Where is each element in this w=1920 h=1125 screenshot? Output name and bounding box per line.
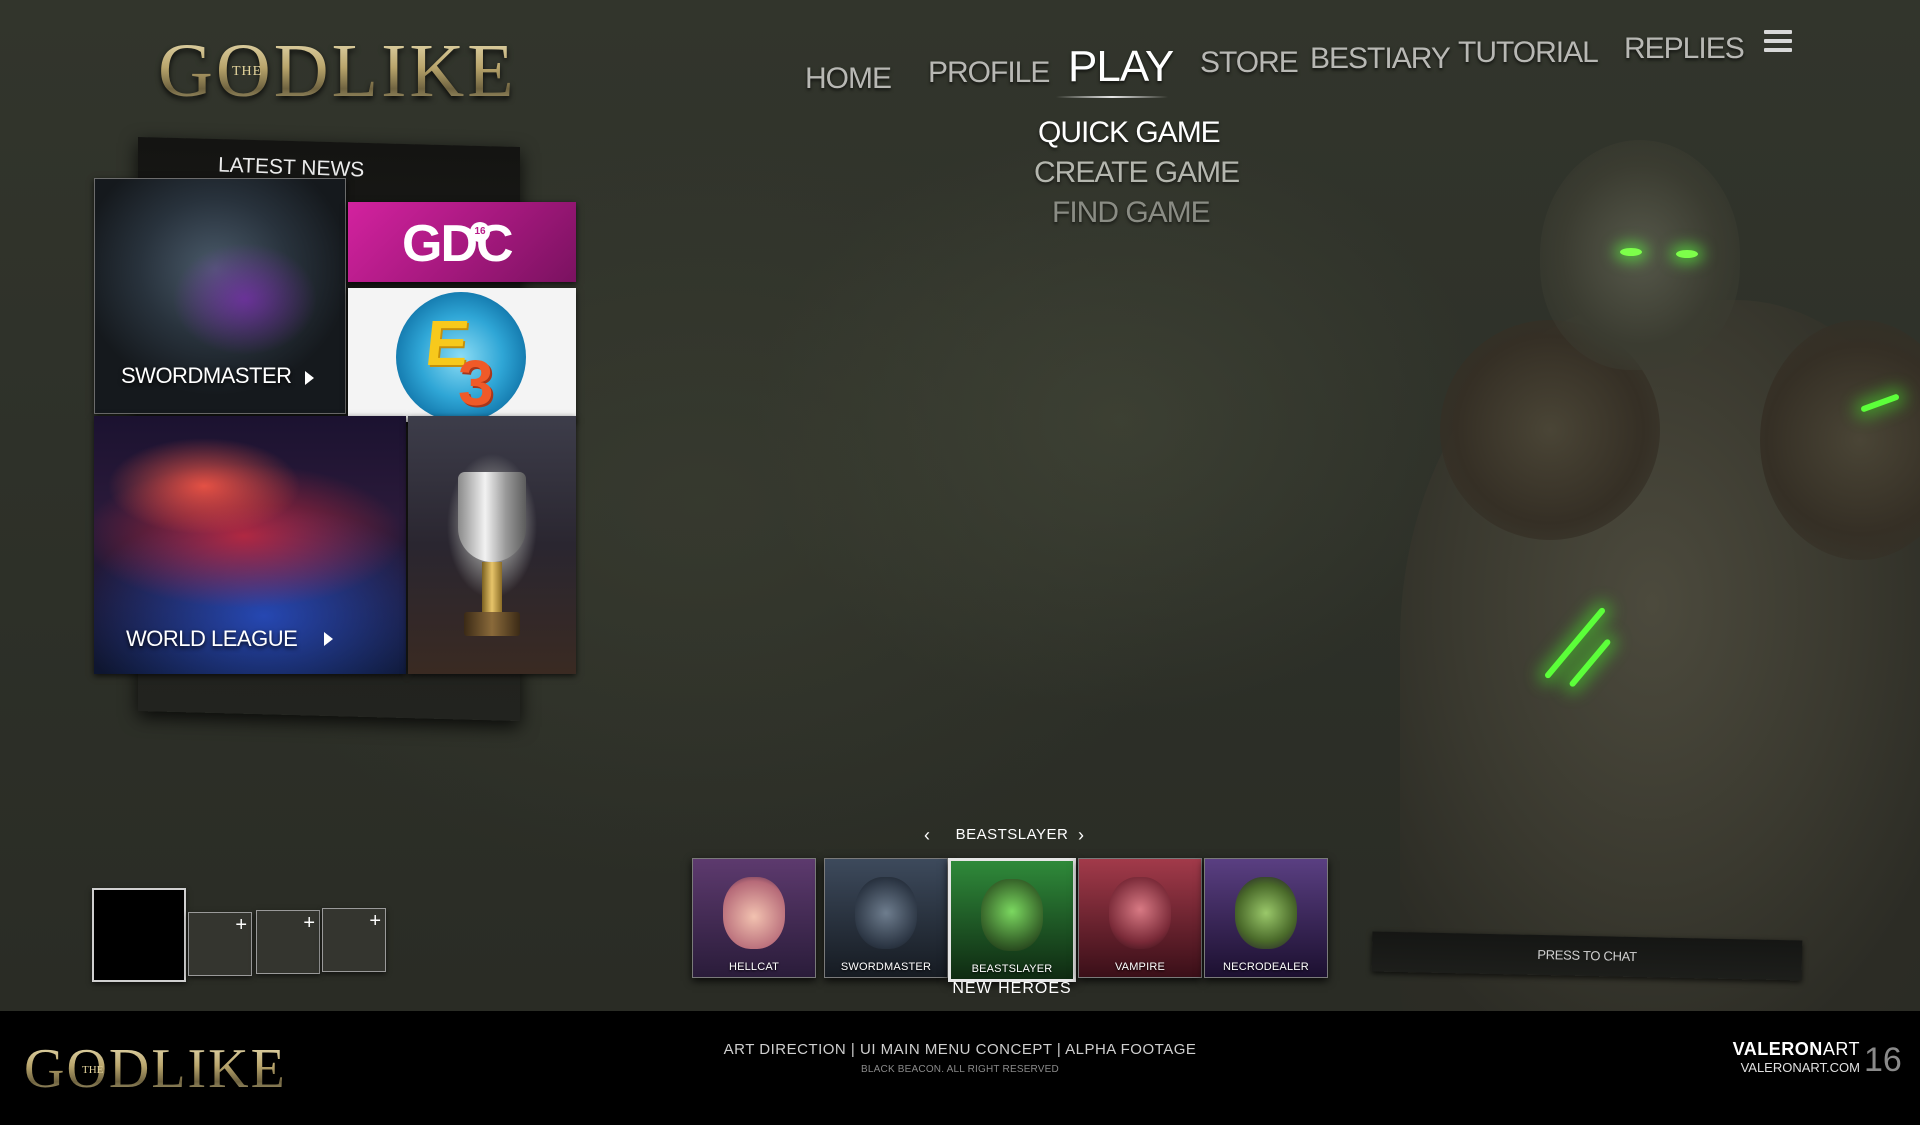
hero-name: BEASTSLAYER bbox=[971, 963, 1053, 975]
active-tab-underline bbox=[1056, 96, 1168, 98]
nav-bestiary[interactable]: BESTIARY bbox=[1310, 42, 1451, 76]
play-arrow-icon bbox=[305, 371, 314, 385]
footer-logo-prefix: THE bbox=[82, 1064, 104, 1076]
add-icon: + bbox=[303, 912, 315, 934]
submenu-create-game[interactable]: CREATE GAME bbox=[1034, 156, 1240, 190]
news-tile-e3[interactable]: E 3 bbox=[348, 288, 576, 422]
brand-year: 16 bbox=[1864, 1041, 1902, 1079]
nav-play[interactable]: PLAY bbox=[1068, 42, 1174, 92]
selected-hero-name: BEASTSLAYER bbox=[955, 826, 1069, 843]
hero-portrait-swordmaster[interactable]: SWORDMASTER bbox=[824, 858, 948, 978]
hamburger-icon[interactable] bbox=[1764, 30, 1792, 54]
party-slot-main[interactable] bbox=[92, 888, 186, 982]
trophy-base bbox=[464, 612, 520, 636]
submenu-quick-game[interactable]: QUICK GAME bbox=[1038, 116, 1221, 150]
news-tile-swordmaster[interactable]: SWORDMASTER bbox=[94, 178, 346, 414]
nav-tutorial[interactable]: TUTORIAL bbox=[1458, 36, 1599, 70]
latest-news-panel: LATEST NEWS SWORDMASTER GDC 16 E 3 WORLD… bbox=[92, 136, 578, 722]
footer-logo-title: GODLIKE bbox=[24, 1038, 287, 1100]
brand-name: VALERONART bbox=[1730, 1039, 1860, 1060]
gdc-logo: GDC bbox=[402, 215, 514, 273]
tile-caption: SWORDMASTER bbox=[121, 363, 292, 388]
play-arrow-icon bbox=[324, 632, 333, 646]
hero-name: HELLCAT bbox=[728, 961, 780, 973]
hero-portrait-hellcat[interactable]: HELLCAT bbox=[692, 858, 816, 978]
party-slot-add[interactable]: + bbox=[322, 908, 386, 972]
gdc-badge: 16 bbox=[470, 222, 490, 242]
nav-replies[interactable]: REPLIES bbox=[1624, 32, 1745, 66]
hero-eye-glow bbox=[1620, 248, 1642, 256]
footer-logo: GODLIKE THE bbox=[24, 1037, 287, 1101]
hero-portrait-vampire[interactable]: VAMPIRE bbox=[1078, 858, 1202, 978]
nav-home[interactable]: HOME bbox=[805, 62, 892, 96]
hero-next-icon[interactable]: › bbox=[1078, 825, 1084, 846]
brand-name-bold: VALERON bbox=[1732, 1039, 1823, 1059]
e3-logo-3: 3 bbox=[458, 347, 494, 419]
footer-credits-title: ART DIRECTION | UI MAIN MENU CONCEPT | A… bbox=[723, 1041, 1197, 1058]
new-heroes-label: NEW HEROES bbox=[952, 980, 1072, 997]
artist-brand: VALERONART VALERONART.COM bbox=[1730, 1039, 1860, 1075]
hero-face bbox=[1109, 877, 1171, 949]
hero-name: VAMPIRE bbox=[1114, 961, 1166, 973]
hero-name: NECRODEALER bbox=[1223, 961, 1309, 973]
brand-website: VALERONART.COM bbox=[1740, 1060, 1860, 1075]
nav-store[interactable]: STORE bbox=[1200, 46, 1299, 80]
party-slot-add[interactable]: + bbox=[188, 912, 252, 976]
footer: GODLIKE THE ART DIRECTION | UI MAIN MENU… bbox=[0, 1011, 1920, 1125]
trophy-image bbox=[458, 472, 526, 562]
hero-portrait-necrodealer[interactable]: NECRODEALER bbox=[1204, 858, 1328, 978]
hero-eye-glow bbox=[1676, 250, 1698, 258]
hero-face bbox=[723, 877, 785, 949]
tile-caption: WORLD LEAGUE bbox=[126, 626, 298, 651]
submenu-find-game[interactable]: FIND GAME bbox=[1052, 196, 1211, 230]
add-icon: + bbox=[235, 914, 247, 936]
news-tile-trophy[interactable] bbox=[408, 416, 576, 674]
nav-profile[interactable]: PROFILE bbox=[928, 56, 1050, 90]
hero-name: SWORDMASTER bbox=[840, 961, 932, 973]
footer-copyright: BLACK BEACON. ALL RIGHT RESERVED bbox=[861, 1064, 1059, 1075]
chat-label: PRESS TO CHAT bbox=[1537, 946, 1637, 965]
hero-face bbox=[1235, 877, 1297, 949]
hero-prev-icon[interactable]: ‹ bbox=[924, 825, 930, 846]
footer-credits: ART DIRECTION | UI MAIN MENU CONCEPT | A… bbox=[660, 1041, 1260, 1075]
news-tile-gdc[interactable]: GDC 16 bbox=[348, 202, 576, 282]
hero-face bbox=[855, 877, 917, 949]
news-tile-world-league[interactable]: WORLD LEAGUE bbox=[94, 416, 406, 674]
add-icon: + bbox=[369, 910, 381, 932]
party-slot-add[interactable]: + bbox=[256, 910, 320, 974]
brand-name-rest: ART bbox=[1822, 1039, 1860, 1059]
hero-face bbox=[981, 879, 1043, 951]
hero-portrait-beastslayer[interactable]: BEASTSLAYER bbox=[948, 858, 1076, 982]
trophy-stem bbox=[482, 562, 502, 612]
